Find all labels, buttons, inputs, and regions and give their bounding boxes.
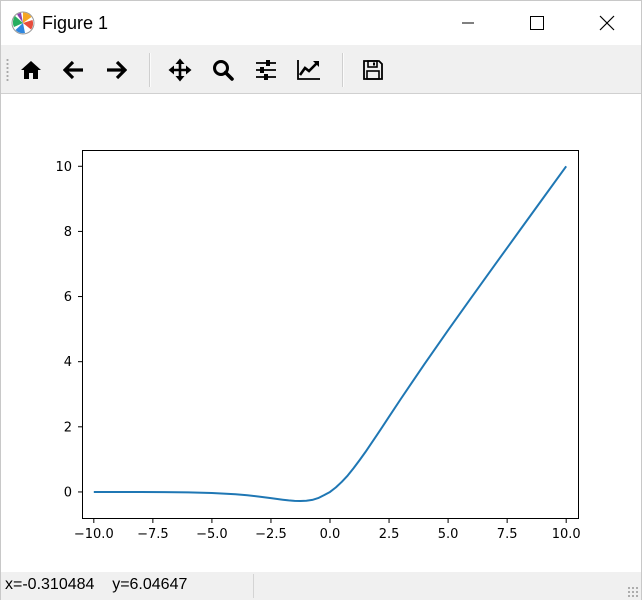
x-tick-label: −7.5 <box>137 527 169 542</box>
close-icon <box>599 15 615 31</box>
sliders-icon <box>256 60 276 80</box>
y-tick-label: 4 <box>64 355 72 370</box>
y-tick-label: 0 <box>64 485 72 500</box>
figure-canvas[interactable]: −10.0 −7.5 −5.0 −2.5 0.0 2.5 5.0 7.5 10.0 0 2 4 6 8 1… <box>1 94 641 572</box>
status-separator <box>253 574 254 598</box>
arrow-left-icon <box>63 60 83 80</box>
y-tick-label: 10 <box>55 160 72 175</box>
minimize-button[interactable] <box>445 1 491 45</box>
x-tick-label: 0.0 <box>320 527 341 542</box>
line-chart-icon <box>297 60 320 80</box>
toolbar-grip[interactable] <box>6 58 9 82</box>
magnifier-icon <box>213 60 234 81</box>
figure-window: Figure 1 −10.0 −7.5 −5.0 −2.5 0.0 2.5 5.… <box>0 0 642 600</box>
cursor-coordinates: x=-0.310484 y=6.04647 <box>5 576 188 593</box>
x-tick-label: 7.5 <box>497 527 518 542</box>
move-icon <box>168 58 192 82</box>
home-button[interactable] <box>15 54 47 86</box>
x-tick-label: 10.0 <box>552 527 581 542</box>
configure-subplots-button[interactable] <box>250 54 282 86</box>
back-button[interactable] <box>58 54 90 86</box>
pan-button[interactable] <box>164 54 196 86</box>
y-tick-label: 8 <box>64 225 72 240</box>
toolbar-separator <box>149 53 151 87</box>
edit-axis-button[interactable] <box>293 54 325 86</box>
axes-frame <box>82 150 579 519</box>
minimize-icon <box>462 22 474 24</box>
title-bar[interactable]: Figure 1 <box>1 1 641 45</box>
x-tick-label: 2.5 <box>379 527 400 542</box>
window-title: Figure 1 <box>42 13 109 33</box>
y-tick-label: 6 <box>64 290 72 305</box>
toolbar-separator <box>342 53 344 87</box>
arrow-right-icon <box>107 60 127 80</box>
maximize-button[interactable] <box>514 1 560 45</box>
forward-button[interactable] <box>100 54 132 86</box>
x-tick-label: −5.0 <box>196 527 228 542</box>
x-tick-label: −2.5 <box>255 527 287 542</box>
home-icon <box>21 61 41 79</box>
navigation-toolbar <box>1 45 641 94</box>
resize-grip[interactable] <box>627 586 639 598</box>
maximize-icon <box>530 16 544 30</box>
matplotlib-logo-icon <box>11 11 35 35</box>
save-button[interactable] <box>357 54 389 86</box>
series-line-0 <box>93 165 567 502</box>
x-tick-label: −10.0 <box>74 527 114 542</box>
floppy-disk-icon <box>363 60 383 80</box>
status-bar: x=-0.310484 y=6.04647 <box>1 572 641 600</box>
line-chart[interactable]: −10.0 −7.5 −5.0 −2.5 0.0 2.5 5.0 7.5 10.0 0 2 4 6 8 1… <box>1 94 641 572</box>
close-button[interactable] <box>584 1 630 45</box>
y-tick-label: 2 <box>64 420 72 435</box>
x-tick-label: 5.0 <box>438 527 459 542</box>
zoom-button[interactable] <box>207 54 239 86</box>
